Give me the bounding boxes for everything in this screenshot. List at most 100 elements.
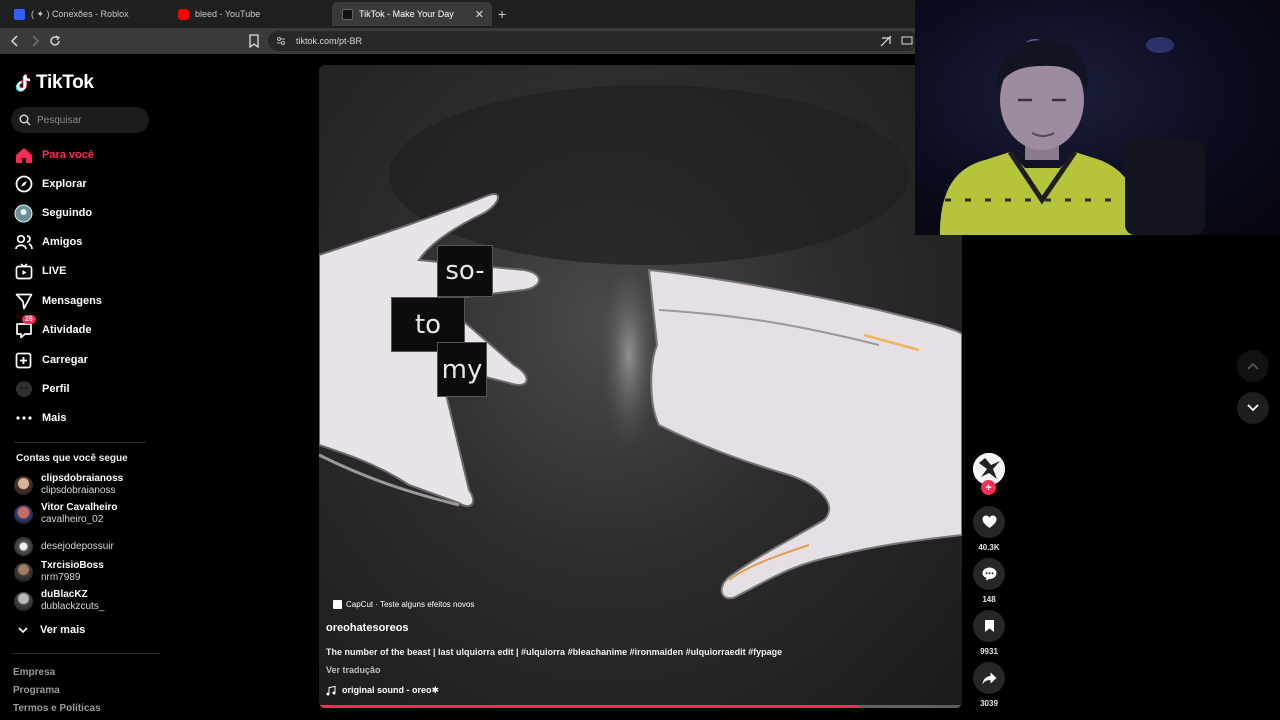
comment-button[interactable]: 148 [972, 558, 1006, 604]
nav-item-seguindo[interactable]: Seguindo [14, 203, 92, 223]
site-settings-icon[interactable] [276, 36, 286, 46]
avatar [14, 537, 33, 556]
activity-icon: 26 [14, 314, 36, 340]
profile-avatar-icon [14, 380, 33, 399]
more-icon [14, 409, 33, 428]
nav-item-label: Mensagens [42, 295, 102, 307]
chevron-down-icon [1247, 404, 1259, 412]
share-arrow-icon [973, 662, 1005, 694]
sound-name: original sound - oreo✱ [342, 685, 440, 695]
nav-item-label: LIVE [42, 265, 67, 277]
address-bar[interactable]: tiktok.com/pt-BR [268, 31, 918, 51]
account-name: Vitor Cavalheiro [41, 502, 118, 513]
nav-item-atividade[interactable]: 26 Atividade [14, 314, 92, 340]
footer-link-empresa[interactable]: Empresa [13, 667, 55, 678]
chevron-down-icon [18, 626, 28, 633]
following-account[interactable]: duBlacKZ dublackzcuts_ [14, 589, 104, 613]
capcut-icon [333, 600, 342, 609]
tab-youtube[interactable]: bleed - YouTube [168, 2, 328, 26]
webcam-overlay [915, 0, 1280, 235]
next-video-button[interactable] [1237, 392, 1269, 424]
logo-text: TikTok [36, 72, 94, 93]
chevron-up-icon [1247, 362, 1259, 370]
following-avatar-icon [14, 204, 33, 223]
tab-title: bleed - YouTube [195, 9, 261, 19]
tab-title: TikTok - Make Your Day [359, 9, 454, 19]
bookmark-icon[interactable] [248, 34, 260, 48]
capcut-effect-label[interactable]: CapCut · Teste alguns efeitos novos [333, 600, 474, 609]
save-button[interactable]: 9931 [972, 610, 1006, 656]
avatar [14, 591, 33, 611]
nav-item-label: Explorar [42, 178, 87, 190]
share-count: 3039 [980, 699, 998, 708]
following-account[interactable]: Vitor Cavalheiro cavalheiro_02 [14, 502, 118, 526]
nav-item-para-voce[interactable]: Para você [14, 145, 94, 165]
avatar [14, 475, 33, 495]
nav-item-mensagens[interactable]: Mensagens [14, 291, 102, 311]
save-count: 9931 [980, 647, 998, 656]
follow-plus-icon[interactable]: + [981, 480, 996, 495]
comment-icon [973, 558, 1005, 590]
account-name: duBlacKZ [41, 589, 88, 600]
account-name: TxrcisioBoss [41, 560, 104, 571]
forward-icon[interactable] [25, 31, 45, 51]
footer-link-programa[interactable]: Programa [13, 685, 60, 696]
tab-roblox[interactable]: ( ✦ ) Conexões - Roblox [4, 2, 164, 26]
account-username: cavalheiro_02 [41, 514, 104, 525]
nav-item-explorar[interactable]: Explorar [14, 174, 87, 194]
capcut-text: CapCut · Teste alguns efeitos novos [346, 600, 475, 609]
previous-video-button[interactable] [1237, 350, 1269, 382]
avatar [14, 504, 33, 524]
reload-icon[interactable] [45, 31, 65, 51]
nav-item-mais[interactable]: Mais [14, 408, 66, 428]
tab-tiktok[interactable]: TikTok - Make Your Day ✕ [332, 2, 492, 26]
footer-link-termos[interactable]: Termos e Políticas [13, 703, 101, 714]
following-account[interactable]: desejodepossuir [14, 537, 114, 556]
tracking-off-icon[interactable] [876, 31, 896, 51]
account-username: dublackzcuts_ [41, 601, 105, 612]
see-more-button[interactable]: Ver mais [18, 624, 85, 636]
share-button[interactable]: 3039 [972, 662, 1006, 708]
see-translation-link[interactable]: Ver tradução [326, 665, 381, 675]
video-player[interactable]: so- to my CapCut · Teste alguns efeitos … [319, 65, 962, 708]
nav-item-carregar[interactable]: Carregar [14, 350, 88, 370]
lyric-word: so- [437, 245, 493, 297]
friends-icon [14, 233, 33, 252]
nav-item-amigos[interactable]: Amigos [14, 232, 82, 252]
following-account[interactable]: clipsdobraianoss clipsdobraianoss [14, 473, 123, 497]
lyric-word: my [437, 342, 487, 397]
like-button[interactable]: 40.3K [972, 506, 1006, 552]
tiktok-logo[interactable]: TikTok [15, 72, 94, 94]
sidebar: TikTok Pesquisar Para você Explorar Segu… [0, 54, 165, 720]
nav-item-label: Seguindo [42, 207, 93, 219]
compass-icon [14, 175, 33, 194]
cast-icon[interactable] [897, 31, 917, 51]
nav-item-label: Atividade [42, 324, 92, 336]
sidebar-divider [14, 442, 146, 443]
nav-item-label: Perfil [42, 383, 70, 395]
account-username: nrm7989 [41, 572, 81, 583]
url-text: tiktok.com/pt-BR [296, 36, 363, 46]
see-more-label: Ver mais [40, 624, 86, 636]
music-note-icon [326, 685, 336, 695]
messages-icon [14, 292, 33, 311]
search-input[interactable]: Pesquisar [11, 107, 149, 133]
following-account[interactable]: TxrcisioBoss nrm7989 [14, 560, 104, 584]
sound-link[interactable]: original sound - oreo✱ [326, 685, 439, 696]
video-caption: The number of the beast | last ulquiorra… [326, 647, 783, 657]
webcam-person-image [940, 37, 1205, 235]
nav-item-perfil[interactable]: Perfil [14, 379, 70, 399]
tiktok-favicon-icon [342, 8, 353, 20]
close-tab-icon[interactable]: ✕ [475, 8, 484, 21]
activity-badge: 26 [22, 314, 36, 324]
account-username: desejodepossuir [41, 540, 114, 552]
video-author[interactable]: oreohatesoreos [326, 622, 409, 634]
account-username: clipsdobraianoss [41, 485, 116, 496]
video-progress-bar[interactable] [319, 705, 962, 708]
new-tab-icon[interactable]: + [498, 6, 506, 22]
nav-item-live[interactable]: LIVE [14, 261, 66, 281]
video-frame-image [319, 85, 962, 600]
nav-item-label: Mais [42, 412, 67, 424]
back-icon[interactable] [5, 31, 25, 51]
upload-icon [14, 351, 33, 370]
